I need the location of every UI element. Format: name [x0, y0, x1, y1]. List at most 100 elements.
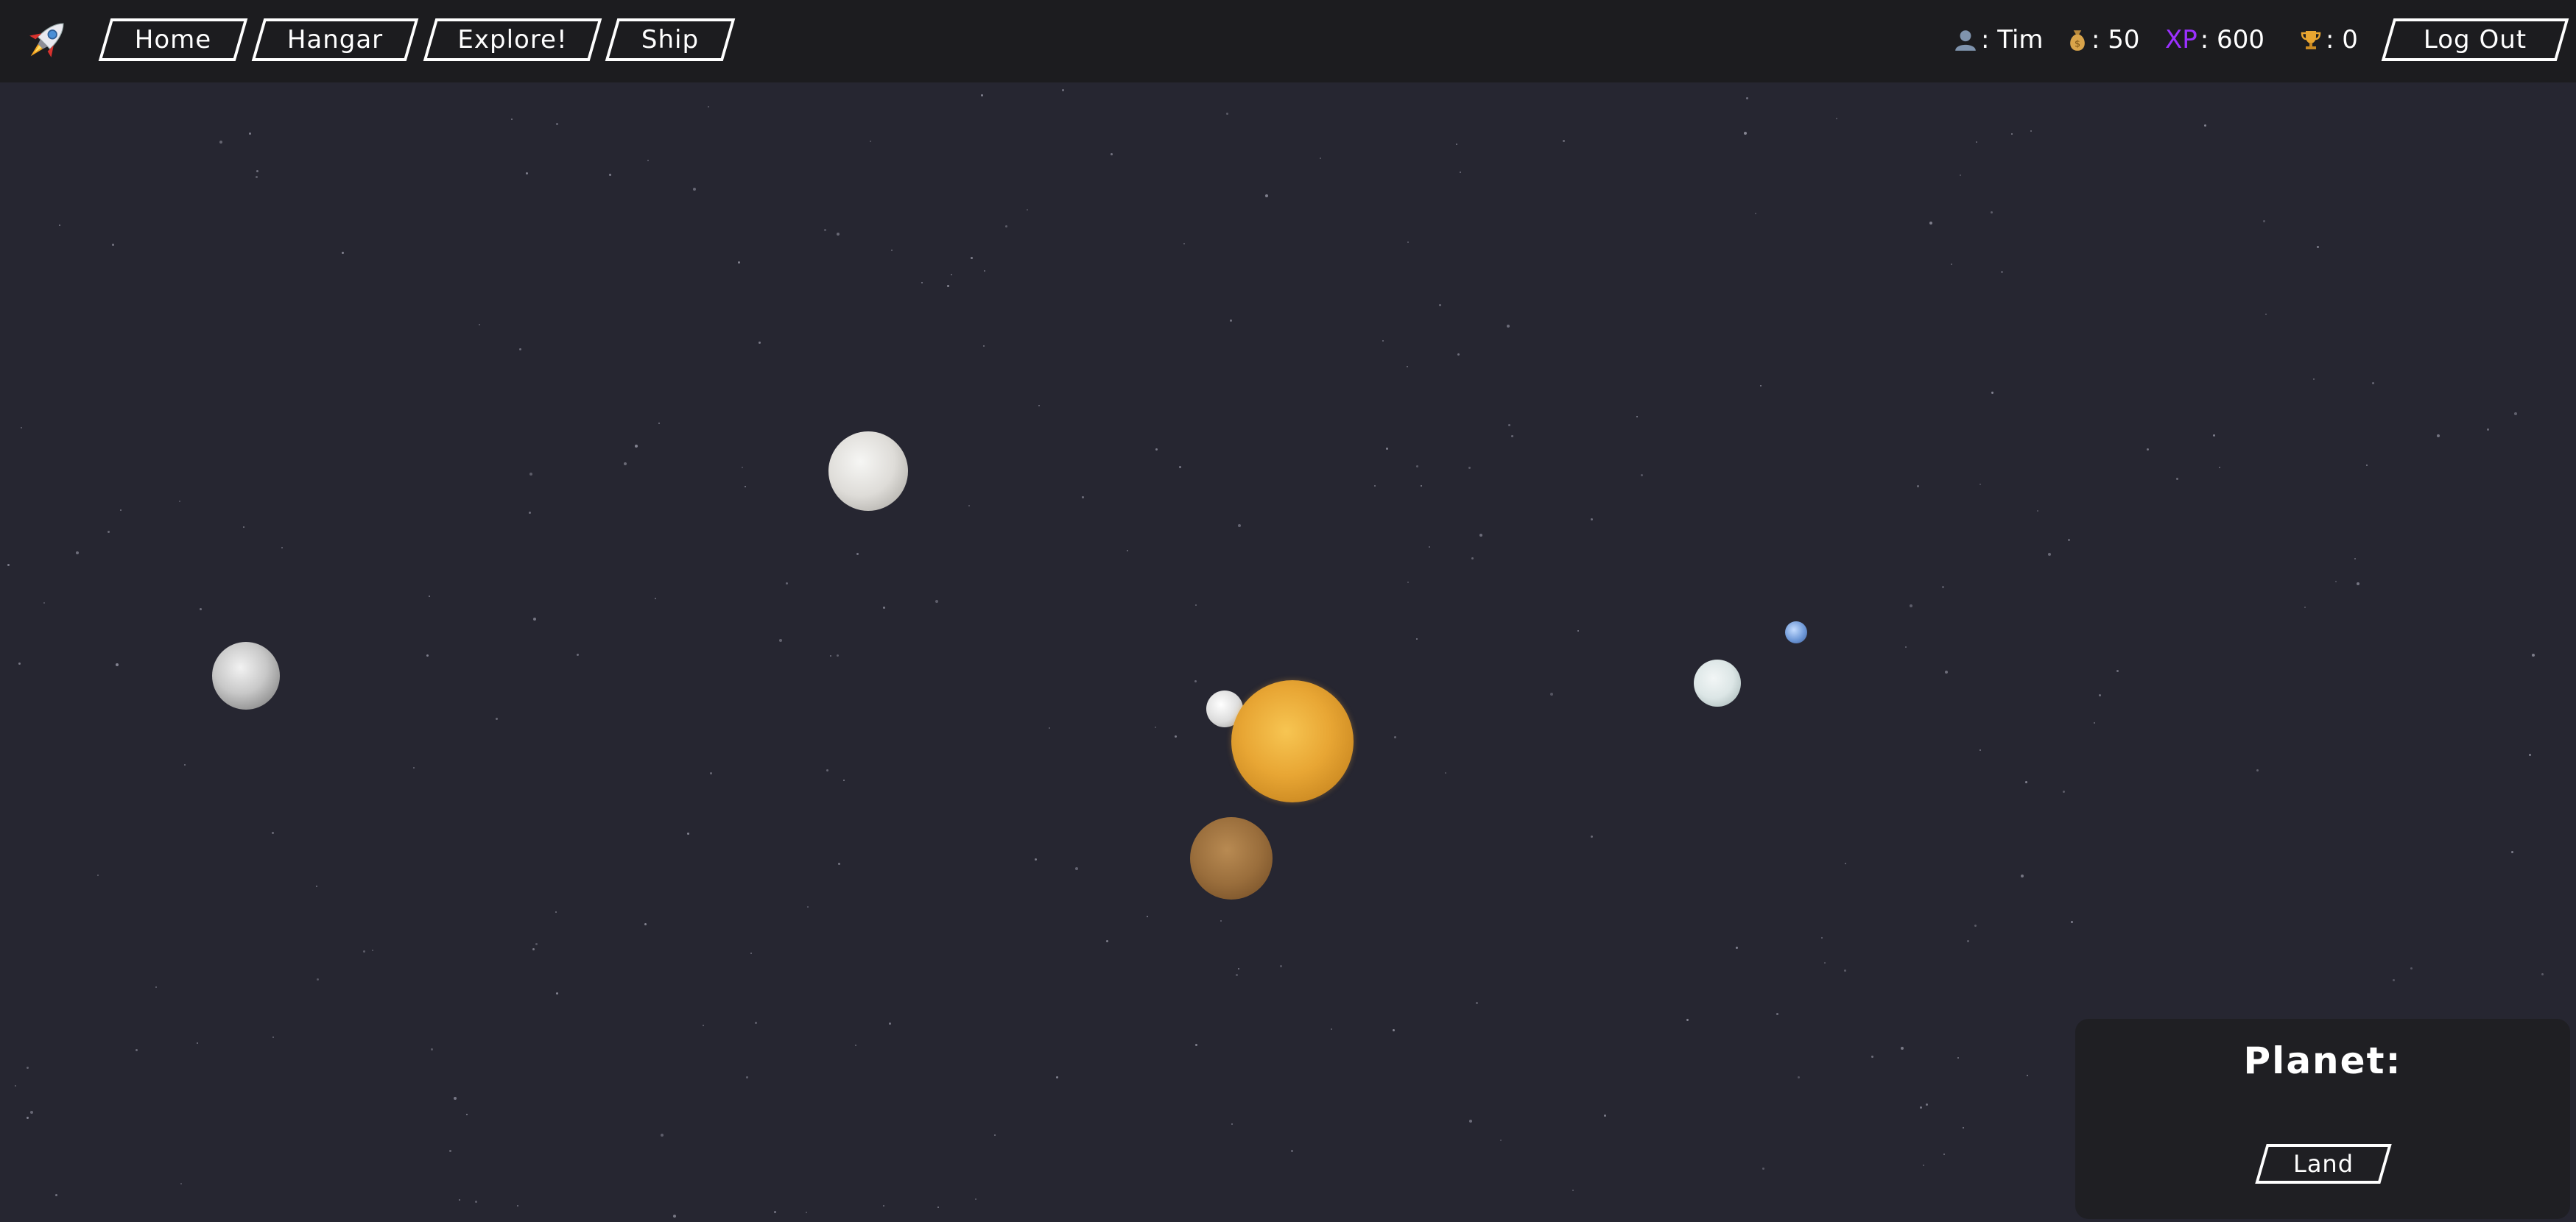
- star: [1082, 496, 1084, 498]
- star: [1469, 1120, 1472, 1123]
- star: [219, 141, 222, 144]
- planet-left[interactable]: [212, 642, 280, 710]
- star: [1471, 557, 1474, 559]
- svg-text:$: $: [2074, 39, 2080, 50]
- planet-brown[interactable]: [1190, 817, 1273, 900]
- star: [459, 1199, 460, 1201]
- star: [655, 598, 656, 599]
- star: [1291, 1150, 1293, 1152]
- star: [1386, 448, 1388, 450]
- star: [479, 324, 480, 325]
- user-name: : Tim: [1981, 25, 2044, 54]
- star: [155, 986, 157, 988]
- star: [1572, 1190, 1574, 1191]
- star: [2357, 582, 2359, 585]
- star: [1456, 144, 1457, 145]
- star: [43, 602, 45, 604]
- star: [1194, 680, 1197, 682]
- star: [1798, 1076, 1800, 1078]
- rocket-icon[interactable]: [19, 13, 74, 68]
- star: [889, 1023, 891, 1025]
- star: [197, 1042, 198, 1044]
- top-navigation-bar: Home Hangar Explore! Ship : Tim $ : 50 X…: [0, 0, 2576, 82]
- star: [59, 225, 60, 226]
- star: [449, 1150, 451, 1152]
- star: [1075, 867, 1078, 870]
- star: [1746, 97, 1748, 99]
- star: [1942, 586, 1944, 588]
- star: [1991, 211, 1993, 213]
- star: [693, 188, 696, 191]
- star: [1038, 405, 1040, 406]
- star: [1230, 319, 1232, 322]
- star: [429, 596, 430, 597]
- star: [1871, 1056, 1873, 1058]
- star: [372, 950, 373, 951]
- star: [1945, 671, 1948, 674]
- star: [1127, 550, 1128, 551]
- star: [2313, 378, 2315, 380]
- star: [281, 547, 283, 548]
- star: [431, 1048, 433, 1050]
- star: [1736, 947, 1738, 949]
- ship-button[interactable]: Ship: [611, 18, 729, 61]
- star: [2099, 694, 2101, 696]
- star: [256, 170, 258, 172]
- planet-white[interactable]: [1694, 660, 1741, 707]
- star: [2529, 754, 2531, 756]
- star: [466, 1114, 468, 1115]
- star: [454, 1097, 457, 1100]
- star: [755, 1022, 757, 1024]
- planet-upper[interactable]: [828, 431, 908, 511]
- star: [272, 1036, 274, 1038]
- star: [1179, 466, 1181, 468]
- user-stat: : Tim: [1953, 22, 2044, 57]
- star: [935, 600, 938, 603]
- star: [342, 252, 344, 254]
- home-button-label: Home: [134, 25, 212, 54]
- land-button[interactable]: Land: [2261, 1144, 2386, 1184]
- star: [116, 663, 119, 666]
- coins-value: : 50: [2091, 25, 2140, 54]
- star: [1960, 174, 1961, 176]
- star: [1507, 325, 1510, 328]
- star: [1744, 132, 1747, 135]
- explore-button[interactable]: Explore!: [429, 18, 596, 61]
- star: [556, 123, 558, 125]
- star: [249, 133, 251, 135]
- star: [1636, 416, 1638, 417]
- star: [1910, 604, 1912, 607]
- star: [1563, 140, 1565, 142]
- star: [745, 486, 746, 487]
- star: [1845, 863, 1846, 864]
- star: [1195, 1044, 1197, 1046]
- planet-blue[interactable]: [1785, 621, 1807, 643]
- star: [1407, 582, 1409, 583]
- star: [1183, 243, 1185, 244]
- star: [703, 1025, 704, 1026]
- star: [975, 1198, 976, 1200]
- star: [673, 1215, 676, 1218]
- star: [1776, 1013, 1778, 1015]
- star: [1755, 213, 1756, 214]
- star: [27, 1067, 29, 1069]
- star: [951, 274, 952, 275]
- star: [2048, 553, 2051, 556]
- star: [2011, 133, 2013, 135]
- star: [1976, 141, 1977, 143]
- star: [994, 1134, 996, 1136]
- star: [983, 345, 985, 347]
- star: [1979, 749, 1981, 751]
- hangar-button[interactable]: Hangar: [258, 18, 412, 61]
- star: [1762, 1168, 1764, 1170]
- star: [647, 160, 649, 161]
- star: [891, 250, 893, 251]
- star: [136, 1049, 138, 1051]
- star: [2037, 510, 2038, 512]
- sun[interactable]: [1231, 680, 1354, 802]
- home-button[interactable]: Home: [105, 18, 242, 61]
- star: [2213, 434, 2215, 437]
- star: [511, 119, 513, 120]
- star: [708, 106, 709, 107]
- logout-button[interactable]: Log Out: [2387, 18, 2563, 61]
